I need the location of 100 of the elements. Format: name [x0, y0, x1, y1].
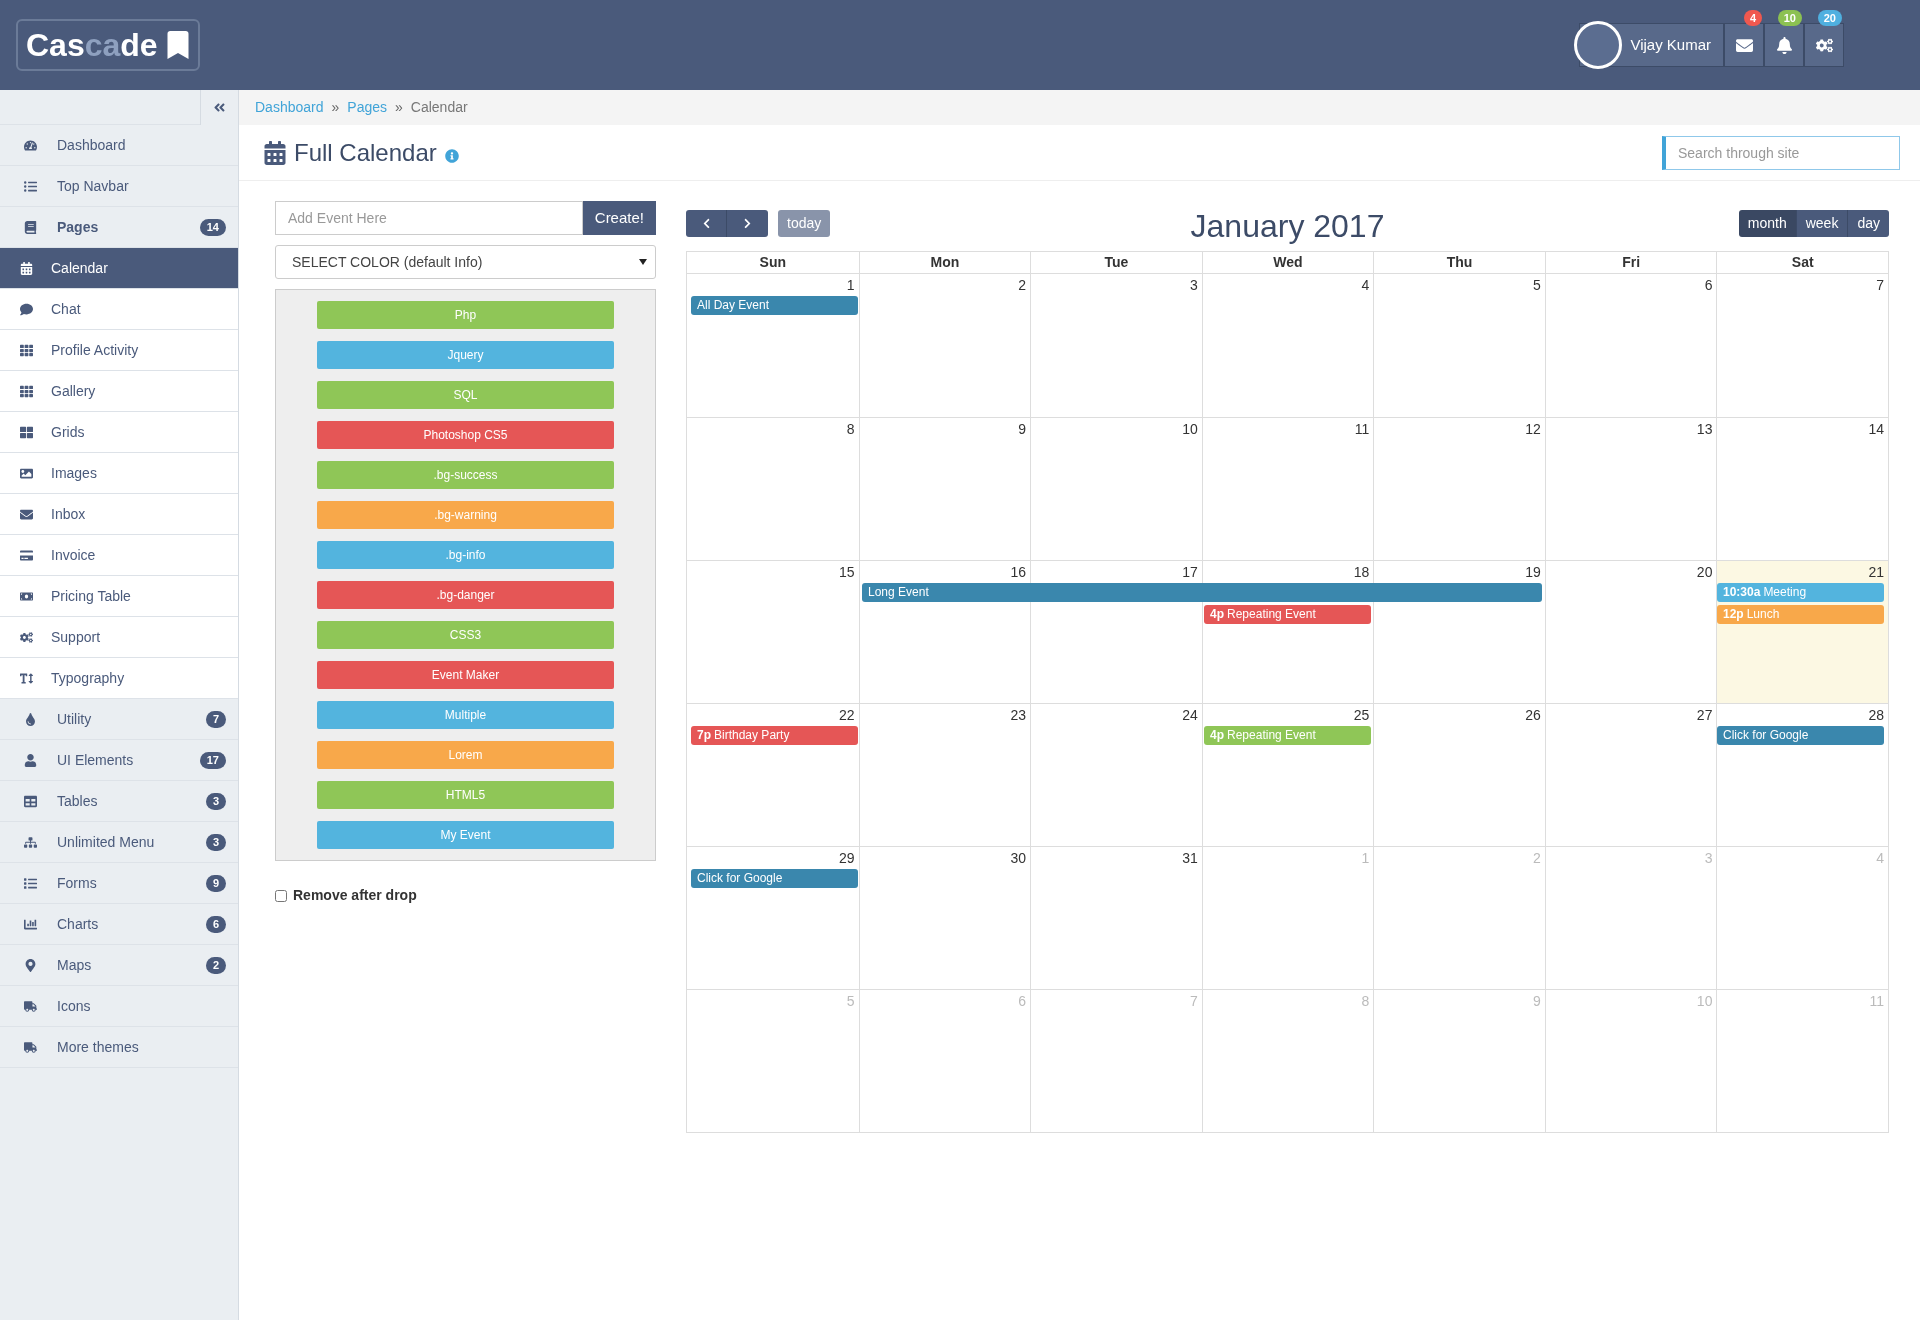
day-number: 4: [1361, 276, 1370, 295]
day-number: 7: [1876, 276, 1884, 295]
search-field[interactable]: Search through site: [1662, 135, 1900, 170]
menu-icon: [24, 876, 37, 890]
header-icon-button[interactable]: [1764, 23, 1804, 67]
day-number: 1: [846, 276, 855, 295]
count-badge: 14: [199, 218, 226, 236]
calendar-event[interactable]: 7p Birthday Party: [691, 726, 858, 745]
menu-icon: [24, 958, 37, 972]
calendar-event[interactable]: All Day Event: [691, 296, 858, 315]
count-badge: 2: [205, 956, 226, 974]
menu-icon: [24, 835, 37, 849]
menu-icon: [24, 917, 37, 931]
bell-icon: [1775, 36, 1793, 54]
chevron-right-icon: [742, 217, 753, 229]
day-number: 3: [1704, 849, 1713, 868]
calendar-event[interactable]: 4p Repeating Event: [1204, 605, 1371, 624]
view-tab[interactable]: week: [1796, 209, 1849, 237]
dropdown-caret-icon: [639, 259, 647, 265]
menu-icon: [24, 999, 37, 1013]
count-badge: 3: [205, 833, 226, 851]
day-number: 8: [846, 420, 855, 439]
draggable-event[interactable]: Event Maker: [317, 661, 614, 689]
day-number: 13: [1696, 420, 1713, 439]
weekday-header: Tue: [1030, 252, 1202, 273]
calendar-event[interactable]: Click for Google: [1717, 726, 1884, 745]
notification-badge: 4: [1743, 10, 1762, 26]
day-number: 20: [1696, 563, 1713, 582]
color-select[interactable]: SELECT COLOR (default Info): [275, 245, 656, 279]
calendar-event[interactable]: Click for Google: [691, 869, 858, 888]
day-number: 5: [1533, 276, 1541, 295]
calendar-event[interactable]: Long Event: [862, 583, 1542, 602]
count-badge: 6: [205, 915, 226, 933]
day-number: 4: [1876, 849, 1884, 868]
draggable-event[interactable]: .bg-danger: [317, 581, 614, 609]
draggable-event[interactable]: Photoshop CS5: [317, 421, 614, 449]
bookmark-icon: [165, 31, 190, 59]
weekday-header: Fri: [1544, 252, 1717, 273]
day-number: 15: [839, 563, 855, 582]
menu-icon: [20, 261, 33, 275]
collapse-button[interactable]: [200, 90, 238, 125]
menu-icon: [20, 507, 33, 521]
checkbox-label: Remove after drop: [293, 886, 417, 905]
menu-icon: [20, 466, 33, 480]
menu-icon: [20, 425, 33, 439]
day-number: 2: [1018, 276, 1027, 295]
menu-icon: [24, 712, 37, 726]
day-number: 26: [1525, 706, 1541, 725]
menu-icon: [24, 1040, 37, 1054]
sidebar-item[interactable]: Chat: [0, 289, 238, 330]
breadcrumb-separator: »: [395, 98, 403, 117]
sidebar-item[interactable]: Images: [0, 453, 238, 494]
sidebar-item[interactable]: Calendar: [0, 248, 238, 289]
day-number: 7: [1189, 992, 1198, 1011]
day-number: 25: [1353, 706, 1370, 725]
sidebar-item[interactable]: Invoice: [0, 535, 238, 576]
view-tab[interactable]: month: [1738, 209, 1797, 237]
settings-icon: [1815, 36, 1833, 54]
prev-button[interactable]: [686, 209, 727, 237]
sidebar-item[interactable]: Gallery: [0, 371, 238, 412]
menu-icon: [20, 630, 33, 644]
sidebar-item[interactable]: Inbox: [0, 494, 238, 535]
event-input[interactable]: Add Event Here: [275, 201, 583, 235]
sidebar-item[interactable]: Profile Activity: [0, 330, 238, 371]
day-number: 28: [1868, 706, 1884, 725]
day-number: 19: [1525, 563, 1541, 582]
day-number: 31: [1182, 849, 1198, 868]
day-number: 14: [1868, 420, 1884, 439]
menu-icon: [20, 343, 33, 357]
day-number: 18: [1353, 563, 1370, 582]
day-number: 16: [1010, 563, 1027, 582]
logo[interactable]: Cascade: [16, 19, 200, 71]
sidebar-item[interactable]: Support: [0, 617, 238, 658]
remove-after-drop-checkbox[interactable]: [275, 889, 287, 902]
next-button[interactable]: [727, 209, 768, 237]
sidebar-item[interactable]: Typography: [0, 658, 238, 699]
day-number: 11: [1869, 992, 1884, 1011]
breadcrumb-current: Calendar: [410, 98, 468, 117]
header-icon-button[interactable]: [1724, 23, 1764, 67]
day-number: 10: [1696, 992, 1713, 1011]
day-number: 22: [839, 706, 855, 725]
double-chevron-icon: [213, 101, 226, 114]
weekday-header: Wed: [1201, 252, 1374, 273]
count-badge: 3: [205, 792, 226, 810]
envelope-icon: [1735, 36, 1753, 54]
weekday-header: Sat: [1716, 252, 1888, 273]
menu-icon: [24, 753, 37, 767]
header-icon-button[interactable]: [1804, 23, 1844, 67]
day-number: 11: [1354, 420, 1370, 439]
day-number: 17: [1182, 563, 1198, 582]
sidebar-item[interactable]: Grids: [0, 412, 238, 453]
day-number: 23: [1010, 706, 1027, 725]
day-number: 2: [1533, 849, 1541, 868]
day-number: 30: [1010, 849, 1027, 868]
view-tab[interactable]: day: [1848, 209, 1889, 237]
weekday-header: Thu: [1373, 252, 1545, 273]
create-button[interactable]: Create!: [582, 201, 656, 235]
sidebar-item[interactable]: Pricing Table: [0, 576, 238, 617]
day-number: 6: [1018, 992, 1027, 1011]
menu-icon: [20, 548, 33, 562]
